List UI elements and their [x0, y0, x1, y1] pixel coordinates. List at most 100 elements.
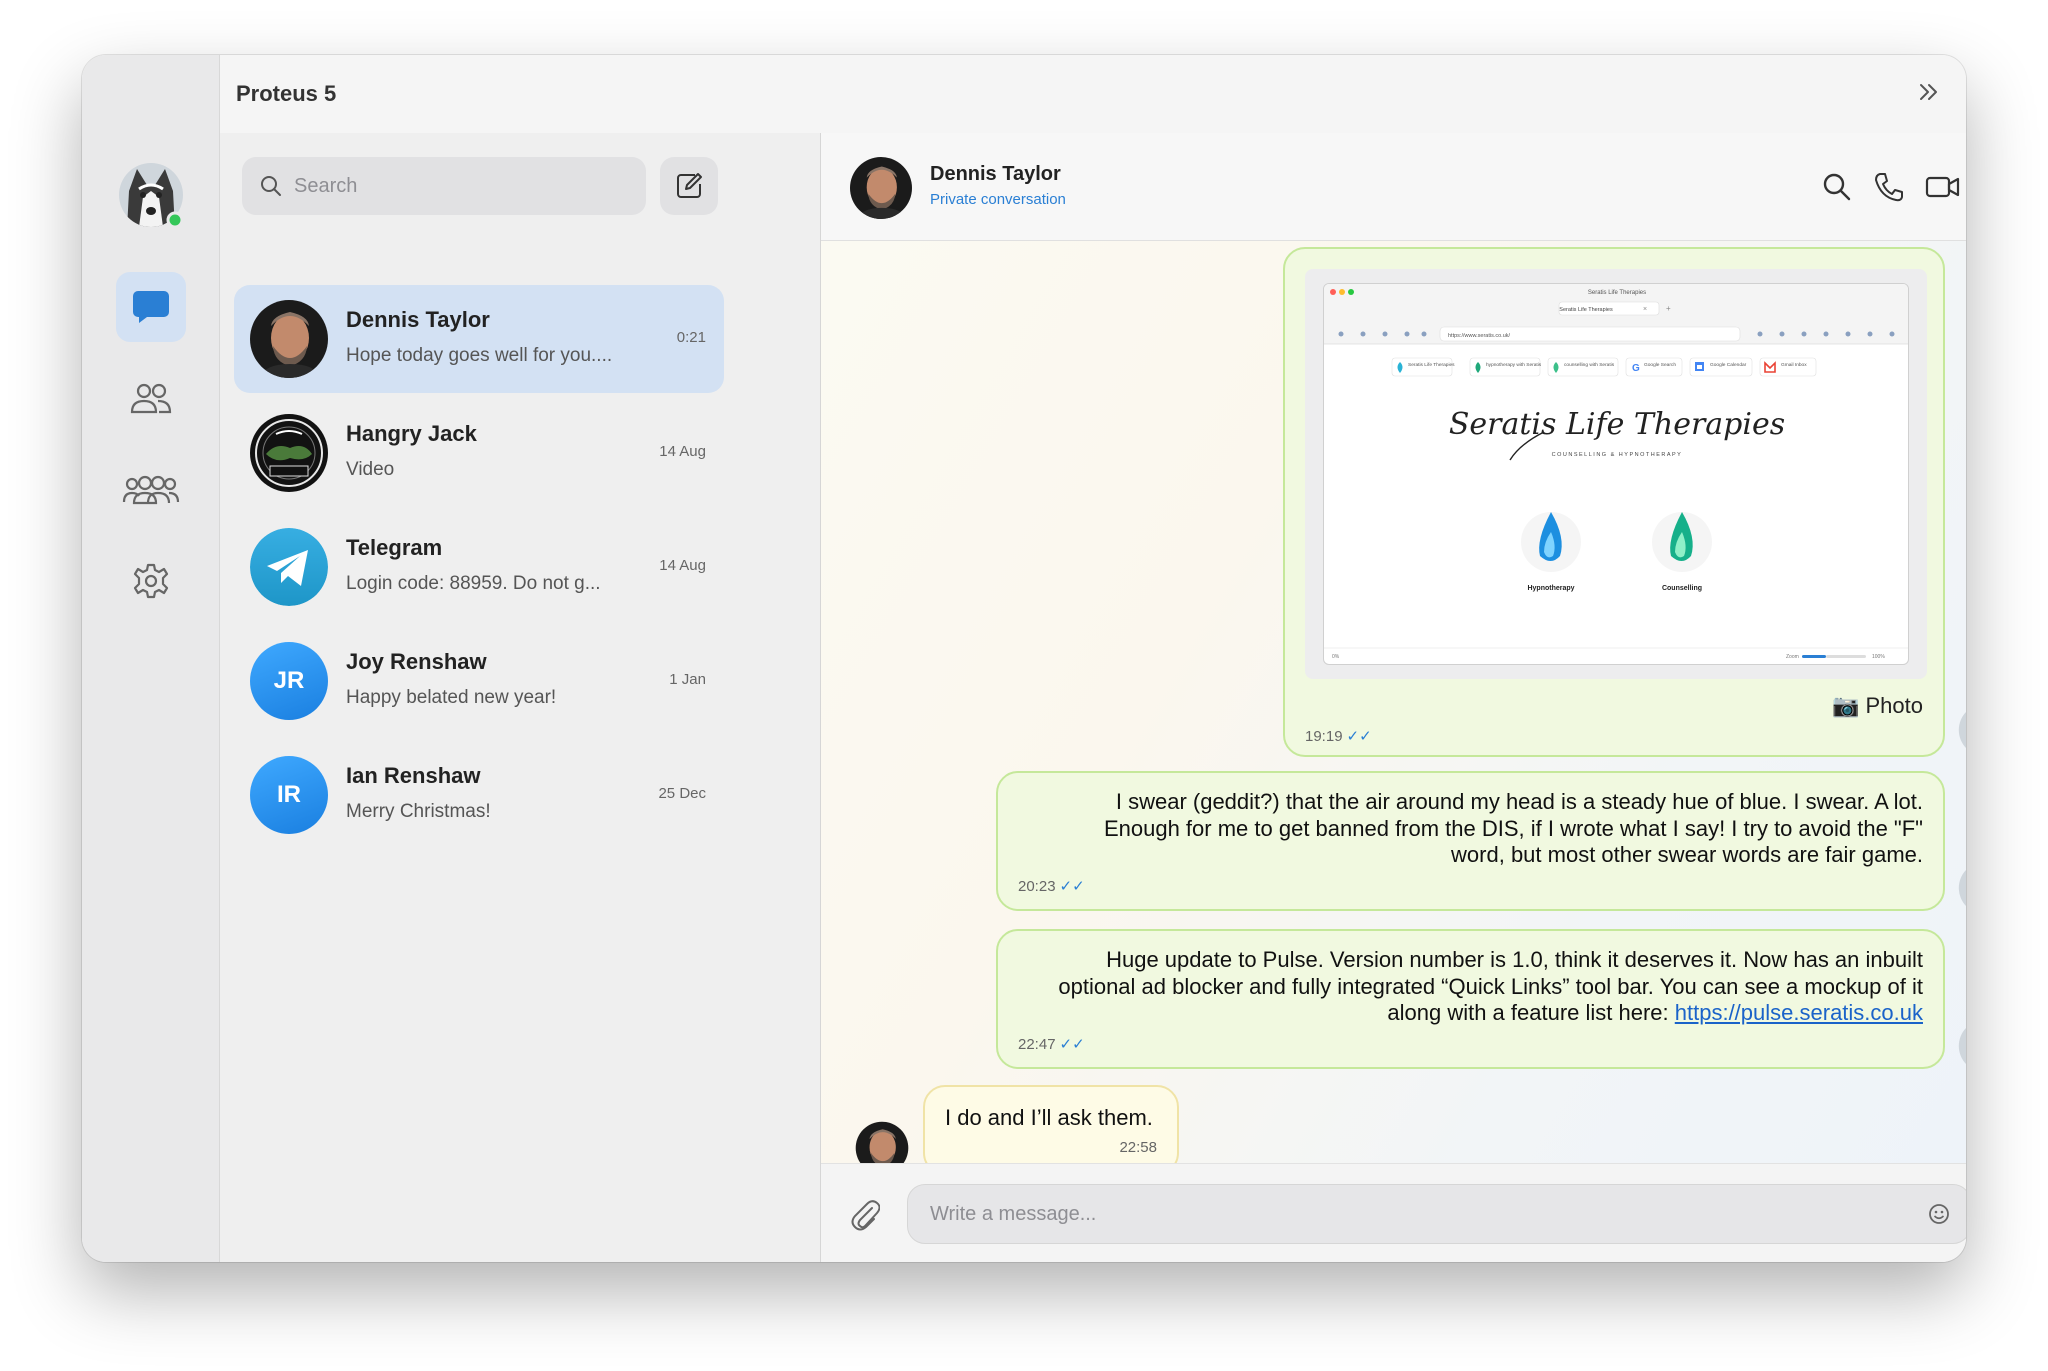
browser-screenshot: Seratis Life Therapies Seratis Life Ther…	[1323, 283, 1909, 665]
preview-tab: Seratis Life Therapies	[1559, 307, 1613, 313]
chat-time: 14 Aug	[659, 557, 706, 574]
message-line: Enough for me to get banned from the DIS…	[1103, 815, 1923, 841]
svg-text:×: ×	[1643, 306, 1647, 313]
message-incoming[interactable]: I do and I’ll ask them. 22:58	[923, 1085, 1179, 1163]
message-time: 20:23	[1018, 878, 1056, 895]
sender-avatar	[1958, 1019, 1966, 1073]
preview-zoom-label: Zoom	[1786, 654, 1799, 660]
sender-avatar	[1958, 861, 1966, 915]
avatar-initials: IR	[250, 756, 328, 834]
preview-zoom-value: 100%	[1872, 654, 1885, 660]
chat-bubble-icon	[133, 291, 169, 323]
contacts-icon	[130, 383, 172, 414]
photo-attachment[interactable]: Seratis Life Therapies Seratis Life Ther…	[1305, 269, 1927, 679]
double-chevron-right-icon[interactable]	[1914, 77, 1944, 107]
avatar-initials: JR	[250, 642, 328, 720]
chat-preview: Login code: 88959. Do not g...	[346, 573, 601, 594]
message-link[interactable]: https://pulse.seratis.co.uk	[1675, 1000, 1923, 1025]
message-text[interactable]: I swear (geddit?) that the air around my…	[996, 771, 1945, 911]
rail-chats-button[interactable]	[116, 272, 186, 342]
photo-caption: 📷 Photo	[1832, 693, 1923, 718]
preview-logo-sub: COUNSELLING & HYPNOTHERAPY	[1552, 452, 1683, 458]
message-line: optional ad blocker and fully integrated…	[1058, 973, 1923, 999]
compose-button[interactable]	[660, 157, 718, 215]
contact-name[interactable]: Dennis Taylor	[930, 163, 1061, 186]
message-input-container[interactable]	[907, 1184, 1966, 1244]
svg-text:G: G	[1632, 363, 1640, 374]
compose-icon	[677, 173, 702, 198]
emoji-icon[interactable]	[1928, 1203, 1950, 1225]
chat-item-hangry-jack[interactable]: Hangry Jack Video 14 Aug	[234, 399, 724, 507]
chat-item-joy-renshaw[interactable]: JR Joy Renshaw Happy belated new year! 1…	[234, 627, 724, 735]
chat-preview: Hope today goes well for you....	[346, 345, 613, 366]
chat-time: 25 Dec	[658, 785, 706, 802]
message-meta: 19:19 ✓✓	[1305, 727, 1372, 745]
chat-time: 1 Jan	[669, 671, 706, 688]
preview-quick-link: counselling with Seratis	[1564, 362, 1615, 368]
paperclip-icon[interactable]	[850, 1198, 880, 1232]
preview-quick-link: hypnotherapy with Seratis	[1486, 362, 1542, 368]
message-time: 22:47	[1018, 1036, 1056, 1053]
message-body: Huge update to Pulse. Version number is …	[1023, 947, 1923, 1027]
chat-preview: Merry Christmas!	[346, 801, 491, 822]
svg-text:+: +	[1666, 304, 1671, 313]
search-input[interactable]	[294, 157, 634, 215]
chat-preview: Video	[346, 459, 395, 480]
chat-item-telegram[interactable]: Telegram Login code: 88959. Do not g... …	[234, 513, 724, 621]
video-camera-icon[interactable]	[1925, 171, 1961, 203]
avatar	[250, 414, 328, 492]
message-time: 19:19	[1305, 728, 1343, 745]
my-profile-avatar[interactable]	[117, 161, 185, 229]
rail-settings-button[interactable]	[116, 546, 186, 616]
groups-icon	[122, 475, 180, 505]
message-composer	[821, 1163, 1966, 1262]
avatar	[250, 300, 328, 378]
title-bar: Proteus 5	[82, 55, 1966, 133]
avatar: JR	[250, 642, 328, 720]
sender-avatar	[1958, 703, 1966, 757]
message-time: 22:58	[1119, 1139, 1157, 1156]
preview-card-label: Hypnotherapy	[1527, 585, 1574, 592]
chat-time: 0:21	[676, 329, 706, 346]
message-meta: 20:23 ✓✓	[1018, 877, 1085, 895]
app-title: Proteus 5	[236, 81, 337, 106]
read-receipt-icon: ✓✓	[1346, 728, 1372, 745]
chat-preview: Happy belated new year!	[346, 687, 557, 708]
chat-name: Joy Renshaw	[346, 649, 487, 674]
chat-name: Hangry Jack	[346, 421, 477, 446]
app-window: Proteus 5 Search Dennis Taylor Hope toda…	[82, 55, 1966, 1262]
chat-item-ian-renshaw[interactable]: IR Ian Renshaw Merry Christmas! 25 Dec	[234, 741, 724, 849]
chat-name: Telegram	[346, 535, 443, 560]
chat-name: Ian Renshaw	[346, 763, 481, 788]
nav-rail	[82, 55, 220, 1262]
chat-item-dennis-taylor[interactable]: Dennis Taylor Hope today goes well for y…	[234, 285, 724, 393]
message-line: along with a feature list here: https://…	[1387, 1000, 1923, 1025]
rail-groups-button[interactable]	[116, 455, 186, 525]
message-body: I do and I’ll ask them.	[945, 1105, 1153, 1130]
chat-time: 14 Aug	[659, 443, 706, 460]
preview-status: 0%	[1332, 654, 1340, 660]
contact-message-avatar	[855, 1121, 909, 1163]
message-list[interactable]: Seratis Life Therapies Seratis Life Ther…	[821, 241, 1966, 1163]
message-photo[interactable]: Seratis Life Therapies Seratis Life Ther…	[1283, 247, 1945, 757]
message-line: word, but most other swear words are fai…	[1451, 842, 1923, 867]
message-body: I swear (geddit?) that the air around my…	[1023, 789, 1923, 869]
read-receipt-icon: ✓✓	[1059, 878, 1085, 895]
preview-quick-link: Google Calendar	[1710, 362, 1747, 368]
chat-name: Dennis Taylor	[346, 307, 490, 332]
contact-avatar[interactable]	[850, 157, 912, 219]
message-input[interactable]	[930, 1185, 1910, 1243]
preview-quick-link: Google Search	[1644, 362, 1676, 368]
telegram-icon	[250, 528, 328, 606]
preview-card-label: Counselling	[1662, 585, 1702, 592]
rail-contacts-button[interactable]	[116, 363, 186, 433]
preview-logo-text: Seratis Life Therapies	[1449, 407, 1785, 442]
message-meta: 22:47 ✓✓	[1018, 1035, 1085, 1053]
preview-quick-link: Gmail Inbox	[1781, 362, 1807, 368]
phone-icon[interactable]	[1873, 171, 1905, 203]
message-text[interactable]: Huge update to Pulse. Version number is …	[996, 929, 1945, 1069]
conversation-panel: Dennis Taylor Private conversation Serat…	[821, 133, 1966, 1262]
search-icon[interactable]	[1821, 171, 1853, 203]
conversation-header: Dennis Taylor Private conversation	[821, 133, 1966, 241]
search-box[interactable]	[242, 157, 646, 215]
